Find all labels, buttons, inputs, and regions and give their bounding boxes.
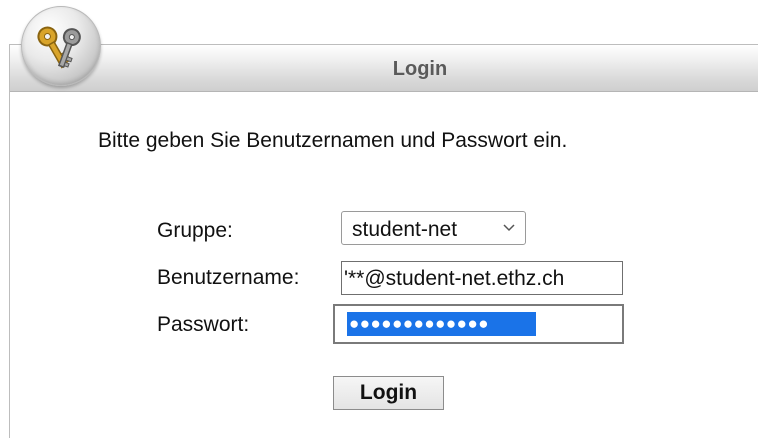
password-dots: ●●●●●●●●●●●●● (349, 314, 489, 333)
header-bar: Login (10, 45, 758, 92)
page-title: Login (392, 58, 448, 80)
login-button[interactable]: Login (333, 376, 444, 410)
group-select-value: student-net (352, 218, 458, 241)
password-label: Passwort: (157, 313, 250, 336)
keys-icon (37, 26, 81, 69)
logo (21, 6, 101, 86)
group-select[interactable]: student-net (341, 211, 526, 245)
instruction-text: Bitte geben Sie Benutzernamen und Passwo… (98, 129, 568, 152)
password-selection: ●●●●●●●●●●●●● (347, 312, 536, 336)
password-field[interactable]: ●●●●●●●●●●●●● (333, 304, 624, 344)
username-field[interactable]: '**@student-net.ethz.ch (341, 261, 623, 295)
username-value: '**@student-net.ethz.ch (344, 267, 565, 290)
chevron-down-icon (503, 224, 515, 232)
username-label: Benutzername: (157, 266, 300, 289)
login-page: Login Bitte geben Sie Benutzernamen und … (0, 0, 758, 438)
group-label: Gruppe: (157, 219, 233, 242)
